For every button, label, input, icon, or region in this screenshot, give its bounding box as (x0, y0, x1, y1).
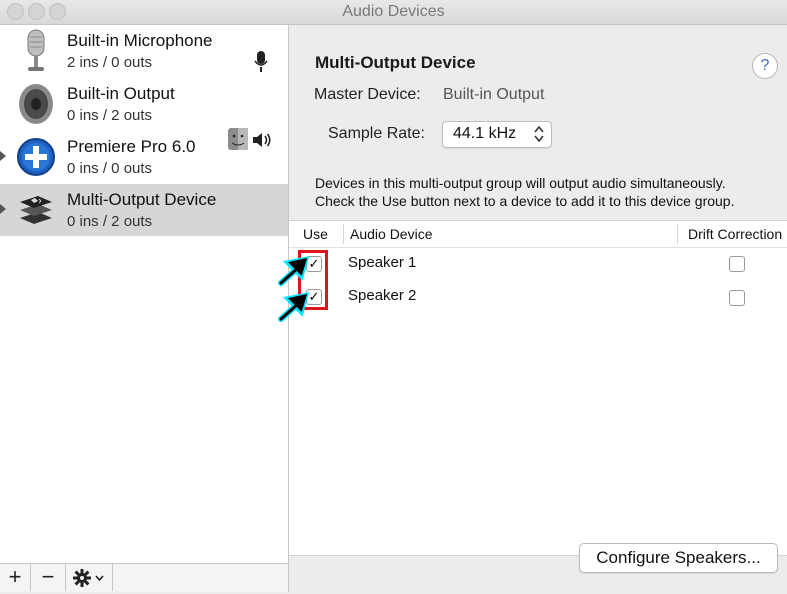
device-cell: Speaker 2 (348, 287, 417, 304)
master-device-label: Master Device: (314, 86, 421, 103)
master-device-value: Built-in Output (443, 86, 545, 103)
sample-rate-value: 44.1 kHz (453, 125, 517, 142)
device-detail-pane: Multi-Output Device ? Master Device: Bui… (289, 25, 787, 591)
expand-arrow-icon[interactable] (0, 151, 6, 161)
up-down-chevron-icon (534, 125, 544, 143)
column-divider (677, 224, 678, 244)
sample-rate-select[interactable]: 44.1 kHz (442, 121, 552, 148)
device-name: Multi-Output Device (67, 190, 217, 209)
column-divider (343, 224, 344, 244)
description-line-1: Devices in this multi-output group will … (315, 175, 726, 191)
speaker-icon (19, 84, 53, 124)
drift-correction-checkbox[interactable] (729, 290, 745, 306)
multi-output-icon (20, 196, 52, 224)
actions-menu-button[interactable] (66, 564, 113, 591)
device-io: 0 ins / 2 outs (67, 107, 153, 124)
column-header-audio-device[interactable]: Audio Device (350, 221, 433, 248)
configure-speakers-button[interactable]: Configure Speakers... (579, 543, 778, 573)
device-cell: Speaker 1 (348, 254, 417, 271)
plus-icon (17, 138, 55, 176)
drift-correction-checkbox[interactable] (729, 256, 745, 272)
device-heading: Multi-Output Device (315, 53, 476, 72)
device-group-table: Use Audio Device Drift Correction ✓ Spea… (289, 220, 787, 556)
expand-arrow-icon[interactable] (0, 204, 6, 214)
title-bar: Audio Devices (0, 0, 787, 25)
device-io: 2 ins / 0 outs (67, 54, 153, 71)
help-button[interactable]: ? (752, 53, 778, 79)
column-header-use[interactable]: Use (303, 221, 328, 248)
device-item-built-in-microphone[interactable]: Built-in Microphone 2 ins / 0 outs (0, 25, 288, 77)
pointer-arrow-icon (278, 256, 309, 286)
device-name: Premiere Pro 6.0 (67, 137, 196, 156)
device-item-built-in-output[interactable]: Built-in Output 0 ins / 2 outs (0, 78, 288, 150)
column-header-drift-correction[interactable]: Drift Correction (688, 221, 787, 248)
device-list-toolbar: + − (0, 563, 289, 592)
device-list: Built-in Microphone 2 ins / 0 outs Built… (0, 25, 289, 563)
pointer-arrow-icon (278, 292, 309, 322)
gear-icon (73, 569, 104, 587)
device-name: Built-in Output (67, 84, 175, 103)
sample-rate-label: Sample Rate: (328, 125, 425, 142)
description-line-2: Check the Use button next to a device to… (315, 193, 735, 209)
microphone-icon (27, 29, 45, 71)
device-item-premiere-pro[interactable]: Premiere Pro 6.0 0 ins / 0 outs (0, 131, 288, 183)
add-device-button[interactable]: + (0, 564, 31, 591)
device-io: 0 ins / 2 outs (67, 213, 153, 230)
window-title: Audio Devices (342, 3, 445, 20)
input-microphone-icon (254, 51, 268, 72)
device-name: Built-in Microphone (67, 31, 213, 50)
device-io: 0 ins / 0 outs (67, 160, 153, 177)
device-item-multi-output[interactable]: Multi-Output Device 0 ins / 2 outs (0, 184, 288, 236)
remove-device-button[interactable]: − (31, 564, 66, 591)
